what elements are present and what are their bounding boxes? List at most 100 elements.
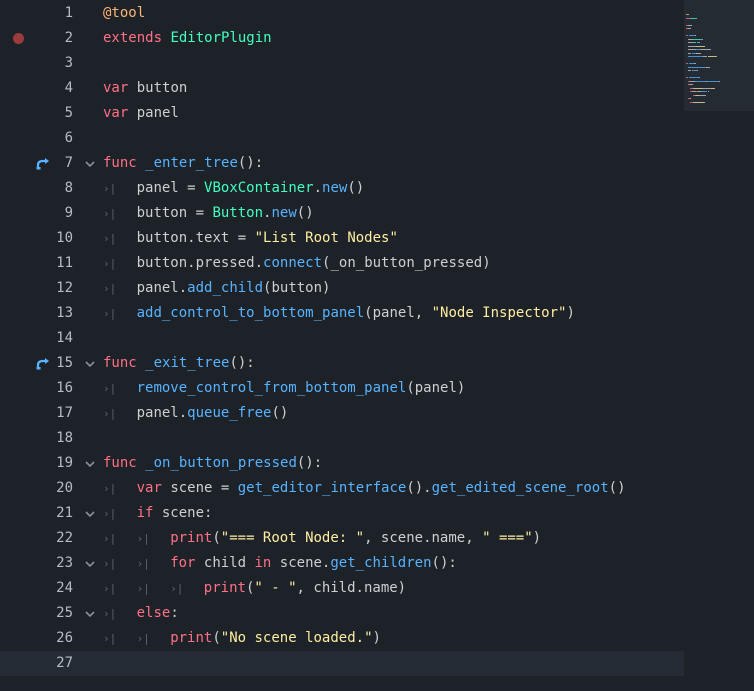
code-text[interactable]: ›| var scene = get_editor_interface().get… xyxy=(103,476,626,501)
code-text[interactable]: ›| remove_control_from_bottom_panel(panel… xyxy=(103,376,465,401)
tab-indent-icon: ›| xyxy=(103,407,117,420)
line-number: 19 xyxy=(56,455,73,471)
code-line[interactable]: 17 ›| panel.queue_free() xyxy=(0,401,684,426)
code-token: "=== Root Node: " xyxy=(220,530,365,546)
code-editor[interactable]: 1 @tool 2 extends EditorPlugin 3 4 var button 5… xyxy=(0,0,684,691)
line-number: 17 xyxy=(56,405,73,421)
code-text[interactable]: @tool xyxy=(103,1,145,26)
code-token: new xyxy=(271,205,297,221)
code-line[interactable]: 14 xyxy=(0,326,684,351)
code-line[interactable]: 7 func _enter_tree(): xyxy=(0,151,684,176)
line-number: 6 xyxy=(64,130,73,146)
minimap-line xyxy=(688,45,696,47)
minimap[interactable] xyxy=(684,0,754,111)
code-token: connect xyxy=(263,255,323,271)
code-text[interactable]: func _on_button_pressed(): xyxy=(103,451,322,476)
code-token: panel xyxy=(128,105,179,121)
minimap-line xyxy=(703,87,711,89)
tab-indent-icon: ›| xyxy=(103,257,117,270)
code-token: scene. xyxy=(271,555,331,571)
fold-chevron-down-icon[interactable] xyxy=(85,509,95,519)
tab-indent-icon: ›| xyxy=(103,307,117,320)
code-line[interactable]: 23 ›| ›| for child in scene.get_children(): xyxy=(0,551,684,576)
code-text[interactable]: var button xyxy=(103,76,187,101)
code-line[interactable]: 9 ›| button = Button.new() xyxy=(0,201,684,226)
code-line[interactable]: 11 ›| button.pressed.connect(_on_button_pr… xyxy=(0,251,684,276)
code-text[interactable]: ›| button.text = "List Root Nodes" xyxy=(103,226,398,251)
tab-indent-icon: ›| xyxy=(103,582,117,595)
code-line[interactable]: 15 func _exit_tree(): xyxy=(0,351,684,376)
code-token: new xyxy=(322,180,348,196)
code-token: func xyxy=(103,455,137,471)
code-token: panel. xyxy=(136,405,188,421)
fold-chevron-down-icon[interactable] xyxy=(85,459,95,469)
code-text[interactable]: ›| ›| print("No scene loaded.") xyxy=(103,626,381,651)
code-token: (panel, xyxy=(364,305,432,321)
fold-chevron-down-icon[interactable] xyxy=(85,609,95,619)
code-line[interactable]: 13 ›| add_control_to_bottom_panel(panel, "… xyxy=(0,301,684,326)
code-line[interactable]: 2 extends EditorPlugin xyxy=(0,26,684,51)
code-line[interactable]: 19 func _on_button_pressed(): xyxy=(0,451,684,476)
code-line[interactable]: 16 ›| remove_control_from_bottom_panel(pan… xyxy=(0,376,684,401)
minimap-line xyxy=(701,38,703,40)
code-text[interactable]: ›| button = Button.new() xyxy=(103,201,314,226)
code-token: (panel) xyxy=(406,380,466,396)
code-line[interactable]: 10 ›| button.text = "List Root Nodes" xyxy=(0,226,684,251)
code-text[interactable]: extends EditorPlugin xyxy=(103,26,272,51)
minimap-line xyxy=(686,14,689,15)
code-line[interactable]: 26 ›| ›| print("No scene loaded.") xyxy=(0,626,684,651)
code-line[interactable]: 12 ›| panel.add_child(button) xyxy=(0,276,684,301)
code-line[interactable]: 8 ›| panel = VBoxContainer.new() xyxy=(0,176,684,201)
tab-indent-icon: ›| xyxy=(103,207,117,220)
line-number: 26 xyxy=(56,630,73,646)
code-text[interactable]: func _exit_tree(): xyxy=(103,351,255,376)
code-line[interactable]: 5 var panel xyxy=(0,101,684,126)
code-line[interactable]: 27 xyxy=(0,651,684,676)
line-number: 4 xyxy=(64,80,73,96)
line-number: 21 xyxy=(56,505,73,521)
code-text[interactable]: ›| add_control_to_bottom_panel(panel, "No… xyxy=(103,301,575,326)
line-number: 11 xyxy=(56,255,73,271)
minimap-line xyxy=(696,52,701,54)
code-text[interactable]: var panel xyxy=(103,101,179,126)
code-line[interactable]: 22 ›| ›| print("=== Root Node: ", scene.nam… xyxy=(0,526,684,551)
fold-chevron-down-icon[interactable] xyxy=(85,559,95,569)
line-number: 10 xyxy=(56,230,73,246)
minimap-line xyxy=(693,101,704,103)
code-text[interactable]: ›| if scene: xyxy=(103,501,212,526)
code-line[interactable]: 24 ›| ›| ›| print(" - ", child.name) xyxy=(0,576,684,601)
code-token: (_on_button_pressed) xyxy=(322,255,491,271)
code-line[interactable]: 21 ›| if scene: xyxy=(0,501,684,526)
code-text[interactable]: ›| else: xyxy=(103,601,179,626)
code-line[interactable]: 18 xyxy=(0,426,684,451)
code-token: (): xyxy=(431,555,457,571)
code-line[interactable]: 3 xyxy=(0,51,684,76)
code-text[interactable]: ›| ›| ›| print(" - ", child.name) xyxy=(103,576,406,601)
code-token: VBoxContainer xyxy=(204,180,314,196)
minimap-line xyxy=(716,56,718,57)
code-line[interactable]: 1 @tool xyxy=(0,1,684,26)
code-text[interactable]: ›| ›| for child in scene.get_children(): xyxy=(103,551,457,576)
code-line[interactable]: 6 xyxy=(0,126,684,151)
breakpoint-icon[interactable] xyxy=(13,33,24,44)
code-text[interactable]: ›| panel = VBoxContainer.new() xyxy=(103,176,364,201)
code-text[interactable]: ›| button.pressed.connect(_on_button_pres… xyxy=(103,251,491,276)
code-line[interactable]: 4 var button xyxy=(0,76,684,101)
tab-indent-icon: ›| xyxy=(103,232,117,245)
code-line[interactable]: 20 ›| var scene = get_editor_interface().g… xyxy=(0,476,684,501)
code-text[interactable]: ›| panel.queue_free() xyxy=(103,401,288,426)
code-token: . xyxy=(313,180,323,196)
code-text[interactable]: ›| ›| print("=== Root Node: ", scene.name,… xyxy=(103,526,541,551)
code-text[interactable]: ›| panel.add_child(button) xyxy=(103,276,330,301)
fold-chevron-down-icon[interactable] xyxy=(85,159,95,169)
code-line[interactable]: 25 ›| else: xyxy=(0,601,684,626)
minimap-line xyxy=(693,87,704,89)
minimap-line xyxy=(698,42,700,43)
minimap-line xyxy=(692,38,700,40)
tab-indent-icon: ›| xyxy=(103,507,117,520)
minimap-line xyxy=(705,66,710,68)
fold-chevron-down-icon[interactable] xyxy=(85,359,95,369)
code-text[interactable]: func _enter_tree(): xyxy=(103,151,263,176)
